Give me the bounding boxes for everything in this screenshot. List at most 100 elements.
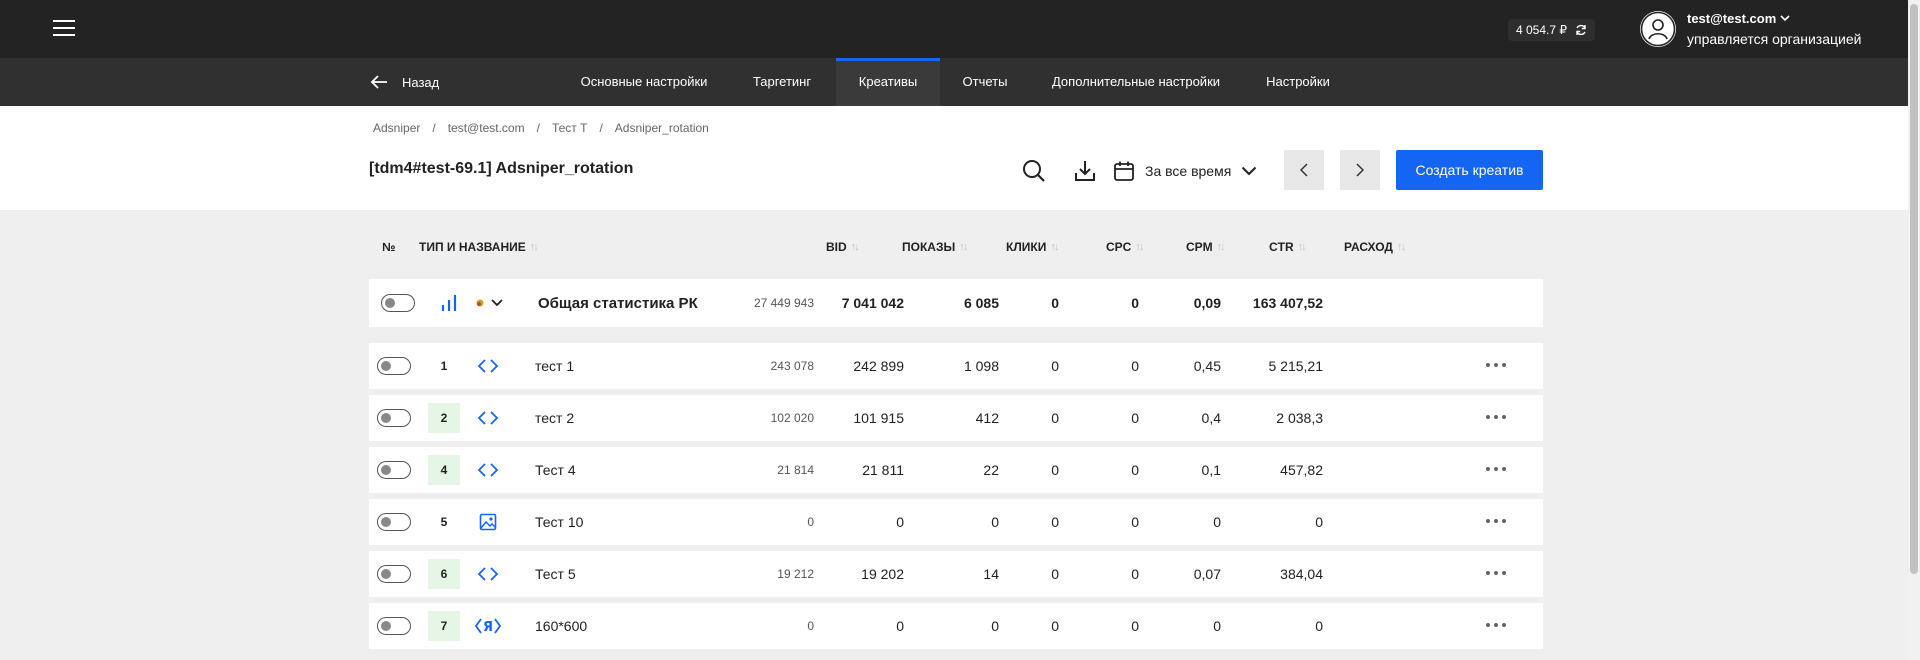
sort-icon[interactable]: ↑↓ [1397, 241, 1406, 253]
header-shows[interactable]: ПОКАЗЫ ↑↓ [902, 240, 968, 254]
header-clicks-label: КЛИКИ [1006, 240, 1047, 254]
next-button[interactable] [1340, 150, 1380, 190]
sort-icon[interactable]: ↑↓ [1050, 241, 1059, 253]
row-cpc: 0 [1051, 514, 1059, 530]
header-ctr-label: CTR [1269, 240, 1294, 254]
search-button[interactable] [1021, 158, 1047, 184]
breadcrumb-separator: / [599, 121, 603, 135]
header-cpm[interactable]: CPM ↑↓ [1186, 240, 1226, 254]
row-clicks: 0 [991, 514, 999, 530]
table-row[interactable]: 7 Я 160*600 0 0 0 0 0 0 0 [369, 603, 1543, 649]
sort-icon[interactable]: ↑↓ [851, 241, 860, 253]
more-icon[interactable] [1486, 623, 1508, 629]
sort-icon[interactable]: ↑↓ [530, 241, 539, 253]
toggle-switch[interactable] [377, 513, 411, 531]
header-type-name[interactable]: ТИП И НАЗВАНИЕ ↑↓ [419, 240, 539, 254]
tab-creatives[interactable]: Креативы [836, 58, 940, 109]
row-shows: 21 811 [862, 462, 904, 478]
table-row[interactable]: 5 Тест 10 0 0 0 0 0 0 0 [369, 499, 1543, 545]
row-spend: 384,04 [1280, 566, 1323, 582]
row-name[interactable]: 160*600 [535, 603, 587, 649]
table-row[interactable]: 4 Тест 4 21 814 21 811 22 0 0 0,1 457,82 [369, 447, 1543, 493]
user-org: управляется организацией [1687, 31, 1862, 47]
period-select[interactable]: За все время [1113, 156, 1257, 186]
row-spend: 5 215,21 [1268, 358, 1324, 374]
breadcrumb-item[interactable]: Adsniper [373, 121, 420, 135]
row-cpc: 0 [1051, 358, 1059, 374]
row-clicks: 14 [983, 566, 999, 582]
row-cpm: 0 [1131, 618, 1139, 634]
sort-icon[interactable]: ↑↓ [1217, 241, 1226, 253]
menu-icon[interactable] [53, 20, 75, 37]
tab-targeting[interactable]: Таргетинг [738, 58, 826, 106]
row-number: 4 [428, 455, 460, 485]
code-icon [475, 355, 501, 377]
row-cpc: 0 [1051, 410, 1059, 426]
row-shows: 19 202 [861, 566, 904, 582]
sort-icon[interactable]: ↑↓ [959, 241, 968, 253]
breadcrumb-item[interactable]: Тест Т [552, 121, 588, 135]
row-clicks: 412 [975, 410, 999, 426]
sort-icon[interactable]: ↑↓ [1135, 241, 1144, 253]
prev-button[interactable] [1284, 150, 1324, 190]
header-bid-label: BID [826, 240, 847, 254]
row-name[interactable]: Тест 4 [535, 447, 576, 493]
row-name[interactable]: тест 2 [535, 395, 574, 441]
total-cpc: 0 [1051, 295, 1059, 311]
header-cpc[interactable]: CPC ↑↓ [1106, 240, 1144, 254]
row-cpm: 0 [1131, 566, 1139, 582]
row-shows: 0 [896, 514, 904, 530]
more-icon[interactable] [1486, 415, 1508, 421]
total-row: Общая статистика РК 27 449 943 7 041 042… [369, 279, 1543, 327]
header-spend[interactable]: РАСХОД ↑↓ [1344, 240, 1406, 254]
toggle-switch[interactable] [377, 565, 411, 583]
tab-reports[interactable]: Отчеты [952, 58, 1018, 106]
user-email[interactable]: test@test.com [1687, 11, 1790, 26]
row-name[interactable]: тест 1 [535, 343, 574, 389]
toggle-switch[interactable] [381, 294, 415, 312]
row-clicks: 22 [983, 462, 999, 478]
balance-badge[interactable]: 4 054.7 ₽ [1508, 19, 1596, 41]
more-icon[interactable] [1486, 571, 1508, 577]
header-clicks[interactable]: КЛИКИ ↑↓ [1006, 240, 1059, 254]
tab-additional-settings[interactable]: Дополнительные настройки [1044, 58, 1228, 106]
table-row[interactable]: 2 тест 2 102 020 101 915 412 0 0 0,4 2 0… [369, 395, 1543, 441]
row-name[interactable]: Тест 5 [535, 551, 576, 597]
more-icon[interactable] [1486, 467, 1508, 473]
table-row[interactable]: 1 тест 1 243 078 242 899 1 098 0 0 0,45 … [369, 343, 1543, 389]
row-name[interactable]: Тест 10 [535, 499, 583, 545]
user-icon [1640, 11, 1676, 47]
refresh-icon[interactable] [1575, 24, 1587, 36]
scrollbar-thumb[interactable] [1910, 4, 1918, 574]
row-shows: 101 915 [853, 410, 904, 426]
back-button[interactable]: Назад [370, 58, 439, 106]
row-cpm: 0 [1131, 410, 1139, 426]
row-number: 1 [440, 359, 448, 373]
row-ctr: 0 [1213, 618, 1221, 634]
toggle-switch[interactable] [377, 461, 411, 479]
row-spend: 2 038,3 [1276, 410, 1323, 426]
row-spend: 457,82 [1280, 462, 1323, 478]
header-ctr[interactable]: CTR ↑↓ [1269, 240, 1307, 254]
download-button[interactable] [1073, 158, 1097, 184]
sort-icon[interactable]: ↑↓ [1298, 241, 1307, 253]
avatar[interactable] [1640, 11, 1676, 47]
tab-basic-settings[interactable]: Основные настройки [566, 58, 722, 106]
svg-text:Я: Я [483, 620, 493, 635]
row-number: 5 [440, 515, 448, 529]
more-icon[interactable] [1486, 363, 1508, 369]
status-dot-icon[interactable] [474, 292, 508, 314]
toggle-switch[interactable] [377, 409, 411, 427]
table-row[interactable]: 6 Тест 5 19 212 19 202 14 0 0 0,07 384,0… [369, 551, 1543, 597]
row-number: 7 [428, 611, 460, 641]
toggle-switch[interactable] [377, 617, 411, 635]
chevron-down-icon [1242, 166, 1257, 176]
page-header-area [0, 106, 1908, 210]
more-icon[interactable] [1486, 519, 1508, 525]
scrollbar[interactable] [1908, 0, 1920, 660]
tab-settings[interactable]: Настройки [1254, 58, 1342, 106]
create-creative-button[interactable]: Создать креатив [1396, 150, 1543, 190]
breadcrumb-item[interactable]: test@test.com [448, 121, 525, 135]
header-bid[interactable]: BID ↑↓ [826, 240, 860, 254]
toggle-switch[interactable] [377, 357, 411, 375]
